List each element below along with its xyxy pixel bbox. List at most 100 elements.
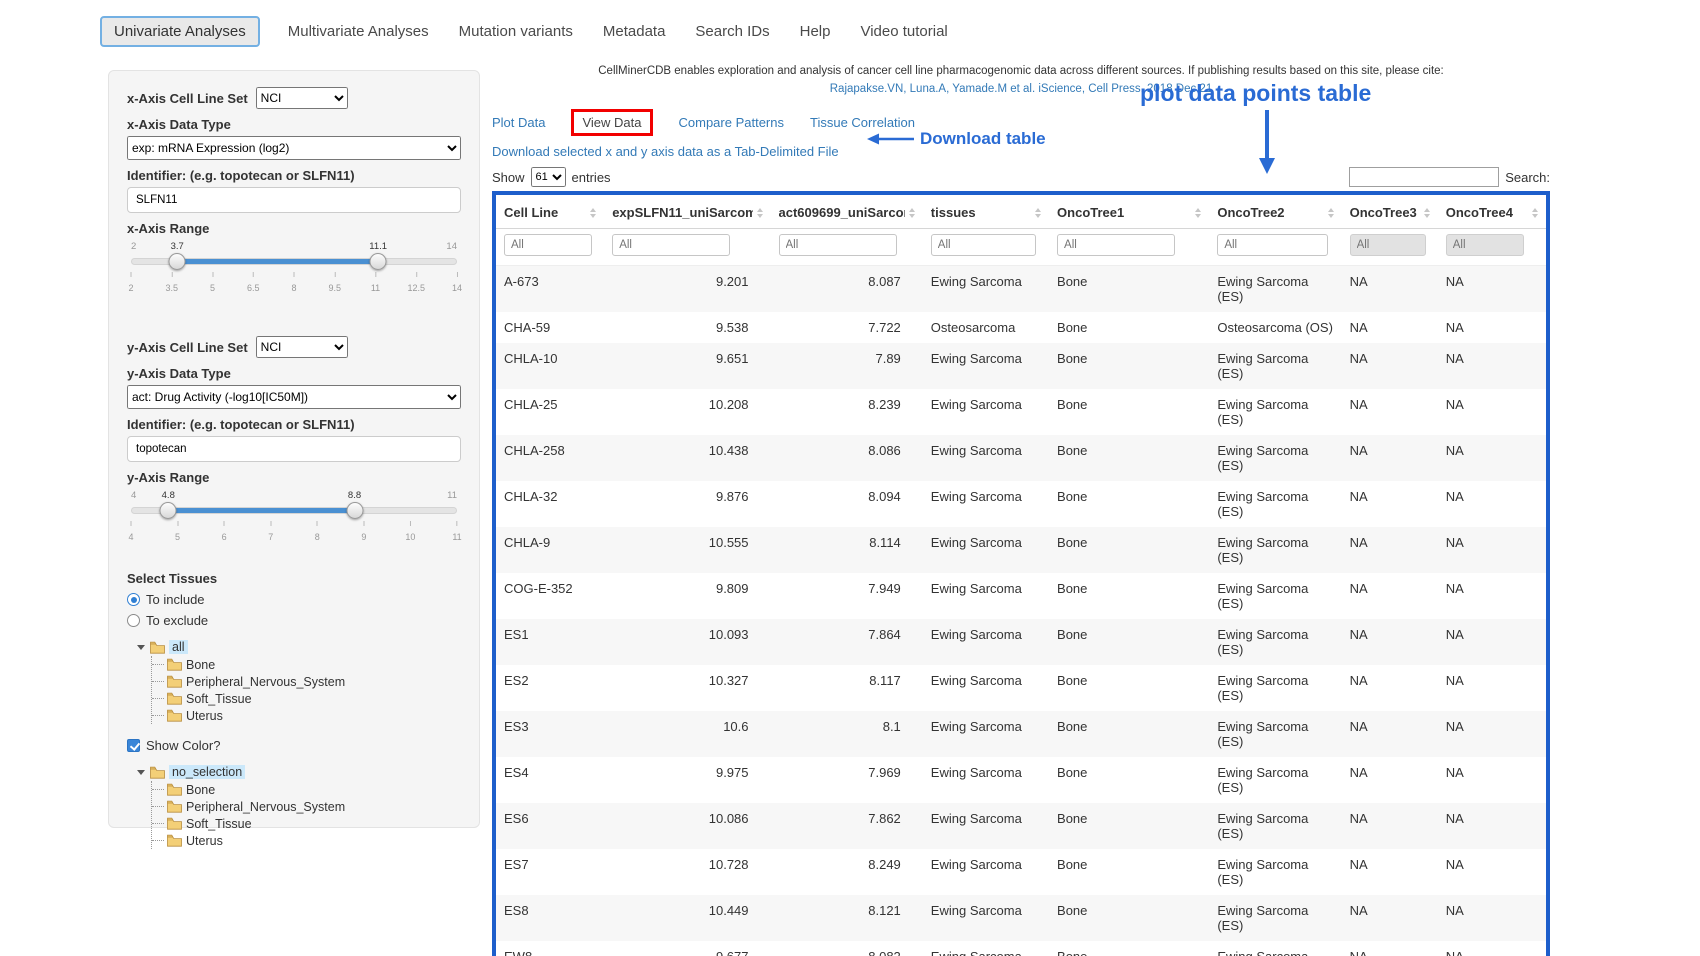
column-header-oncotree2[interactable]: OncoTree2: [1209, 195, 1341, 229]
tree-root-label: all: [169, 640, 188, 654]
tissue-exclude-tree: no_selectionBonePeripheral_Nervous_Syste…: [127, 763, 461, 849]
nav-tab-video-tutorial[interactable]: Video tutorial: [858, 17, 949, 46]
table-row: COG-E-3529.8097.949Ewing SarcomaBoneEwin…: [496, 573, 1546, 619]
table-cell: NA: [1342, 389, 1438, 435]
table-cell: CHLA-9: [496, 527, 604, 573]
sort-icon[interactable]: [1195, 208, 1201, 218]
nav-tab-mutation-variants[interactable]: Mutation variants: [457, 17, 575, 46]
citation-reference-link[interactable]: Rajapakse.VN, Luna.A, Yamade.M et al. iS…: [492, 82, 1550, 97]
tree-root-all[interactable]: all: [137, 638, 461, 656]
table-cell: Ewing Sarcoma (ES): [1209, 895, 1341, 941]
table-cell: 10.555: [604, 527, 770, 573]
slider-track[interactable]: [131, 507, 457, 514]
tree-item-bone[interactable]: Bone: [152, 781, 461, 798]
sort-icon[interactable]: [909, 208, 915, 218]
slider-tick: 9.5: [328, 272, 341, 296]
subtab-view-data[interactable]: View Data: [571, 109, 652, 136]
tree-item-soft-tissue[interactable]: Soft_Tissue: [152, 690, 461, 707]
table-cell: COG-E-352: [496, 573, 604, 619]
nav-tab-univariate-analyses[interactable]: Univariate Analyses: [100, 16, 260, 47]
tissue-exclude-radio[interactable]: To exclude: [127, 613, 461, 628]
table-cell: Ewing Sarcoma: [923, 895, 1049, 941]
column-header-oncotree4[interactable]: OncoTree4: [1438, 195, 1546, 229]
tree-item-bone[interactable]: Bone: [152, 656, 461, 673]
table-cell: Ewing Sarcoma: [923, 343, 1049, 389]
x-cell-line-set-label: x-Axis Cell Line Set: [127, 91, 248, 106]
nav-tab-help[interactable]: Help: [798, 17, 833, 46]
column-header-act609699-unisarcoma[interactable]: act609699_uniSarcoma: [771, 195, 923, 229]
table-cell: Ewing Sarcoma: [923, 619, 1049, 665]
show-color-checkbox[interactable]: Show Color?: [127, 738, 461, 753]
subtab-tissue-correlation[interactable]: Tissue Correlation: [810, 115, 915, 130]
slider-handle-low[interactable]: [169, 253, 186, 270]
column-filter-oncotree2[interactable]: [1217, 234, 1327, 256]
tree-root-no-selection[interactable]: no_selection: [137, 763, 461, 781]
tree-item-uterus[interactable]: Uterus: [152, 832, 461, 849]
x-cell-line-set-select[interactable]: NCI: [256, 87, 348, 109]
nav-tab-search-ids[interactable]: Search IDs: [693, 17, 771, 46]
slider-handle-high[interactable]: [346, 502, 363, 519]
folder-icon: [167, 834, 182, 847]
download-link[interactable]: Download selected x and y axis data as a…: [492, 144, 839, 159]
column-header-cell-line[interactable]: Cell Line: [496, 195, 604, 229]
sort-icon[interactable]: [1328, 208, 1334, 218]
column-header-oncotree3[interactable]: OncoTree3: [1342, 195, 1438, 229]
slider-handle-high[interactable]: [370, 253, 387, 270]
sort-icon[interactable]: [757, 208, 763, 218]
entries-select[interactable]: 61: [531, 167, 566, 187]
table-cell: 8.239: [771, 389, 923, 435]
table-cell: NA: [1342, 665, 1438, 711]
slider-handle-low[interactable]: [160, 502, 177, 519]
table-cell: 10.327: [604, 665, 770, 711]
tree-item-soft-tissue[interactable]: Soft_Tissue: [152, 815, 461, 832]
column-filter-oncotree1[interactable]: [1057, 234, 1175, 256]
search-input[interactable]: [1349, 167, 1499, 187]
table-cell: 10.093: [604, 619, 770, 665]
column-filter-oncotree3[interactable]: [1350, 234, 1426, 256]
column-header-expslfn11-unisarcoma[interactable]: expSLFN11_uniSarcoma: [604, 195, 770, 229]
data-table-container: Cell LineexpSLFN11_uniSarcomaact609699_u…: [492, 191, 1550, 956]
sort-icon[interactable]: [590, 208, 596, 218]
tissue-include-radio[interactable]: To include: [127, 592, 461, 607]
x-axis-range-slider[interactable]: 2 14 3.7 11.1 23.556.589.51112.514: [131, 242, 457, 306]
table-cell: 8.087: [771, 266, 923, 313]
nav-tab-multivariate-analyses[interactable]: Multivariate Analyses: [286, 17, 431, 46]
filter-cell: [1209, 229, 1341, 266]
y-axis-range-slider[interactable]: 4 11 4.8 8.8 4567891011: [131, 491, 457, 555]
column-filter-oncotree4[interactable]: [1446, 234, 1524, 256]
collapse-icon[interactable]: [137, 645, 145, 650]
y-identifier-input[interactable]: [127, 436, 461, 462]
sort-icon[interactable]: [1424, 208, 1430, 218]
x-data-type-select[interactable]: exp: mRNA Expression (log2): [127, 136, 461, 160]
table-cell: Ewing Sarcoma: [923, 573, 1049, 619]
slider-min-label: 4: [131, 491, 136, 501]
column-filter-cell-line[interactable]: [504, 234, 592, 256]
y-cell-line-set-select[interactable]: NCI: [256, 336, 348, 358]
column-header-oncotree1[interactable]: OncoTree1: [1049, 195, 1209, 229]
nav-tab-metadata[interactable]: Metadata: [601, 17, 668, 46]
sort-icon[interactable]: [1035, 208, 1041, 218]
table-row: CHLA-329.8768.094Ewing SarcomaBoneEwing …: [496, 481, 1546, 527]
column-filter-act609699-unisarcoma[interactable]: [779, 234, 897, 256]
table-row: ES210.3278.117Ewing SarcomaBoneEwing Sar…: [496, 665, 1546, 711]
column-filter-tissues[interactable]: [931, 234, 1036, 256]
tree-item-uterus[interactable]: Uterus: [152, 707, 461, 724]
tree-item-peripheral-nervous-system[interactable]: Peripheral_Nervous_System: [152, 673, 461, 690]
collapse-icon[interactable]: [137, 770, 145, 775]
table-cell: Bone: [1049, 895, 1209, 941]
x-identifier-input[interactable]: [127, 187, 461, 213]
tree-item-peripheral-nervous-system[interactable]: Peripheral_Nervous_System: [152, 798, 461, 815]
subtab-plot-data[interactable]: Plot Data: [492, 115, 545, 130]
table-cell: Ewing Sarcoma (ES): [1209, 941, 1341, 956]
column-filter-expslfn11-unisarcoma[interactable]: [612, 234, 730, 256]
subtab-compare-patterns[interactable]: Compare Patterns: [679, 115, 785, 130]
table-cell: 8.086: [771, 435, 923, 481]
y-data-type-select[interactable]: act: Drug Activity (-log10[IC50M]): [127, 385, 461, 409]
table-cell: ES2: [496, 665, 604, 711]
table-cell: NA: [1342, 895, 1438, 941]
sort-icon[interactable]: [1532, 208, 1538, 218]
page: Univariate Analyses Multivariate Analyses…: [0, 0, 1700, 956]
citation: CellMinerCDB enables exploration and ana…: [492, 64, 1550, 97]
column-header-tissues[interactable]: tissues: [923, 195, 1049, 229]
table-cell: Bone: [1049, 757, 1209, 803]
